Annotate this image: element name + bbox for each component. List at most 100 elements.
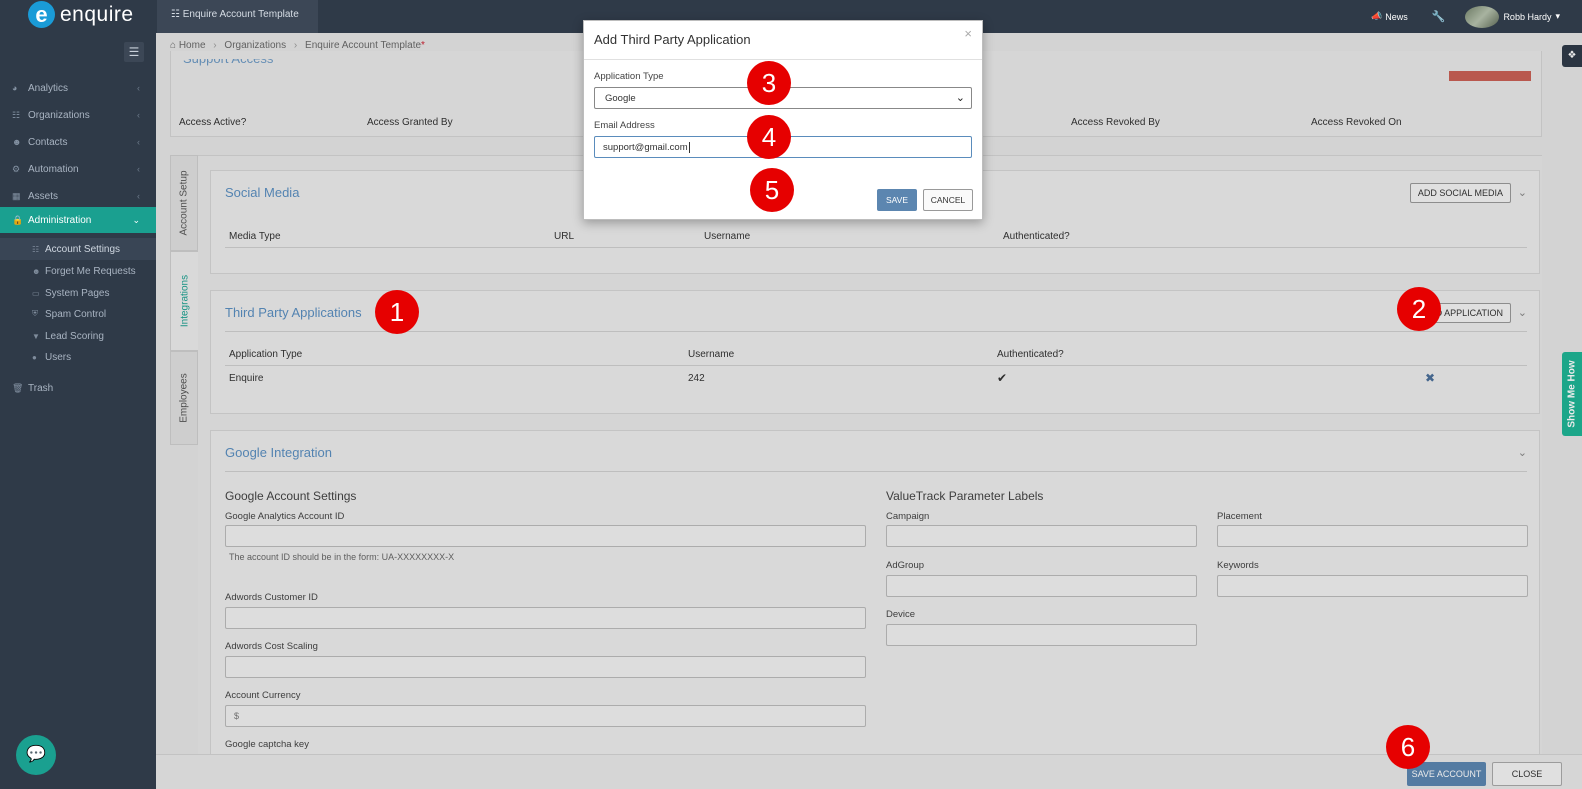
cancel-button[interactable]: CANCEL [923,189,973,211]
column-header: Username [688,349,735,360]
adwords-scaling-label: Adwords Cost Scaling [225,641,318,652]
tab-integrations[interactable]: Integrations [170,251,198,351]
chevron-down-icon[interactable]: ⌄ [1518,186,1527,199]
tab-label: Enquire Account Template [182,9,299,20]
chevron-down-icon[interactable]: ⌄ [1518,446,1527,459]
close-icon[interactable]: × [964,26,972,41]
trash-icon: 🗑 [12,382,24,393]
currency-label: Account Currency [225,690,301,701]
column-header: URL [554,231,575,242]
column-header: Access Revoked On [1311,117,1402,128]
lock-icon: 🔒 [12,214,24,225]
adwords-id-input[interactable] [225,607,866,629]
avatar[interactable] [1465,5,1500,28]
help-toggle-icon[interactable]: ❖ [1562,45,1582,67]
news-link[interactable]: 📣 News [1371,11,1408,22]
email-address-label: Email Address [594,120,655,131]
step-marker-4: 4 [747,115,791,159]
remove-icon[interactable]: ✖ [1425,371,1435,385]
sidebar-subitem-system-pages[interactable]: ▭ System Pages [0,282,156,304]
sitemap-icon: ☷ [171,9,180,20]
keywords-label: Keywords [1217,560,1259,571]
save-button[interactable]: SAVE [877,189,917,211]
breadcrumb-organizations[interactable]: Organizations [224,40,286,51]
section-title: Social Media [225,185,300,200]
add-social-media-button[interactable]: ADD SOCIAL MEDIA [1409,183,1511,203]
currency-input[interactable]: $ [225,705,866,727]
sidebar-subitem-label: Users [45,351,72,363]
sidebar-item-organizations[interactable]: ☷ Organizations ‹ [0,102,156,128]
revoke-access-button[interactable] [1449,71,1531,81]
campaign-label: Campaign [886,511,930,522]
sidebar-item-trash[interactable]: 🗑 Trash [0,375,156,401]
tab-employees[interactable]: Employees [170,351,198,445]
tab-account-template[interactable]: ☷ Enquire Account Template [157,0,318,33]
captcha-label: Google captcha key [225,739,309,750]
show-me-how-label: Show Me How [1566,360,1578,428]
column-header: Authenticated? [1003,231,1070,242]
device-label: Device [886,609,916,620]
sitemap-icon: ☷ [12,109,21,120]
breadcrumb-home[interactable]: Home [179,40,206,51]
sidebar-item-label: Organizations [28,109,90,121]
application-type-label: Application Type [594,71,664,82]
divider [584,59,982,60]
user-icon: ● [32,352,37,362]
placement-label: Placement [1217,511,1262,522]
chevron-down-icon[interactable]: ▾ [1555,11,1560,22]
show-me-how-tab[interactable]: Show Me How [1562,352,1582,436]
megaphone-icon: 📣 [1371,11,1383,21]
campaign-input[interactable] [886,525,1197,547]
required-mark: * [421,40,425,51]
breadcrumb-separator: › [213,40,217,51]
adgroup-input[interactable] [886,575,1197,597]
sidebar-subitem-spam-control[interactable]: ⛨ Spam Control [0,303,156,325]
sidebar-item-label: Automation [28,163,79,175]
sidebar-subitem-lead-scoring[interactable]: ▼ Lead Scoring [0,325,156,347]
sidebar-item-assets[interactable]: ▦ Assets ‹ [0,183,156,209]
breadcrumb-separator: › [293,40,298,51]
chevron-down-icon[interactable]: ⌄ [1518,306,1527,319]
sidebar-subitem-forget-me[interactable]: ☻ Forget Me Requests [0,260,156,282]
chat-icon[interactable]: 💬 [16,735,56,775]
ga-account-input[interactable] [225,525,866,547]
logo-icon: e [28,1,55,28]
chevron-down-icon: ⌄ [132,214,140,225]
sidebar-subitem-label: System Pages [45,287,110,299]
sidebar-item-analytics[interactable]: ◕ Analytics ‹ [0,75,156,101]
close-button[interactable]: CLOSE [1492,762,1562,786]
filter-icon: ▼ [32,331,40,341]
home-icon: ⌂ [170,40,177,51]
text-cursor [688,142,690,153]
keywords-input[interactable] [1217,575,1528,597]
sidebar-item-contacts[interactable]: ☻ Contacts ‹ [0,129,156,155]
account-settings-heading: Google Account Settings [225,489,357,503]
step-marker-1: 1 [375,290,419,334]
column-header: Username [704,231,751,242]
adwords-scaling-input[interactable] [225,656,866,678]
chevron-left-icon: ‹ [137,137,140,147]
hamburger-menu-icon[interactable]: ☰ [124,42,144,62]
username-cell: 242 [688,373,705,384]
check-icon: ✔ [997,371,1008,385]
logo-text: enquire [60,2,134,26]
tab-account-setup[interactable]: Account Setup [170,155,198,251]
breadcrumb-current: Enquire Account Template [305,40,422,51]
user-name[interactable]: Robb Hardy [1503,12,1551,22]
window-icon: ▭ [32,288,40,298]
placement-input[interactable] [1217,525,1528,547]
sidebar-subitem-users[interactable]: ● Users [0,346,156,368]
sidebar-item-label: Trash [28,382,54,394]
sidebar-item-administration[interactable]: 🔒 Administration ⌄ [0,207,156,233]
device-input[interactable] [886,624,1197,646]
sitemap-icon: ☷ [32,244,40,254]
app-logo[interactable]: e enquire [28,1,134,28]
sidebar-subitem-account-settings[interactable]: ☷ Account Settings [0,238,156,260]
step-marker-3: 3 [747,61,791,105]
wrench-icon[interactable]: 🔧 [1432,10,1446,23]
sidebar-item-automation[interactable]: ⚙ Automation ‹ [0,156,156,182]
user-times-icon: ☻ [32,266,41,276]
breadcrumb: ⌂ Home › Organizations › Enquire Account… [170,40,425,51]
modal-title: Add Third Party Application [594,32,751,47]
chart-icon: ◕ [12,83,18,93]
